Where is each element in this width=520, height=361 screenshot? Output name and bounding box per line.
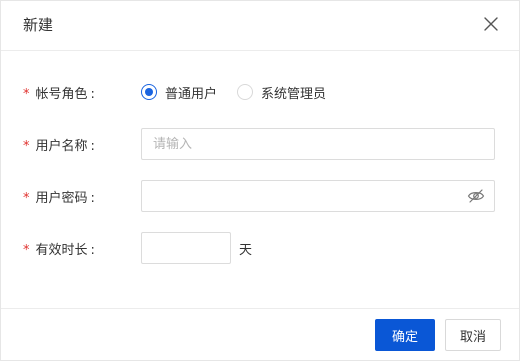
username-input[interactable] [141, 128, 495, 160]
radio-system-admin[interactable]: 系统管理员 [237, 82, 326, 102]
required-mark: * [23, 243, 30, 258]
radio-label: 普通用户 [165, 86, 218, 102]
dialog-header: 新建 [1, 1, 519, 51]
password-input[interactable] [141, 180, 495, 212]
validity-label: * 有效时长: [23, 239, 95, 259]
username-label-text: 用户名称 [35, 139, 88, 154]
radio-normal-user[interactable]: 普通用户 [141, 82, 217, 102]
password-label-text: 用户密码 [35, 191, 88, 206]
close-icon[interactable] [481, 14, 501, 34]
label-colon: : [90, 191, 95, 206]
radio-label: 系统管理员 [261, 86, 327, 102]
validity-label-text: 有效时长 [35, 243, 88, 258]
new-user-dialog: 新建 *帐号角色: 普通用户 系统管理员 *用户名称: *用户密码: *有效 [0, 0, 520, 361]
username-label: * 用户名称: [23, 135, 95, 155]
radio-circle-checked[interactable] [141, 84, 157, 100]
account-role-label-text: 帐号角色 [35, 87, 88, 102]
eye-hidden-icon[interactable] [467, 188, 485, 204]
radio-circle-unchecked[interactable] [237, 84, 253, 100]
required-mark: * [23, 191, 30, 206]
label-colon: : [90, 243, 95, 258]
cancel-button[interactable]: 取消 [445, 319, 501, 351]
label-colon: : [90, 139, 95, 154]
validity-unit: 天 [239, 243, 253, 258]
account-role-label: * 帐号角色: [23, 83, 95, 103]
password-label: * 用户密码: [23, 187, 95, 207]
required-mark: * [23, 87, 30, 102]
dialog-title: 新建 [23, 16, 54, 34]
confirm-button[interactable]: 确定 [375, 319, 435, 351]
label-colon: : [90, 87, 95, 102]
validity-input[interactable] [141, 232, 231, 264]
footer-divider [1, 308, 519, 309]
required-mark: * [23, 139, 30, 154]
